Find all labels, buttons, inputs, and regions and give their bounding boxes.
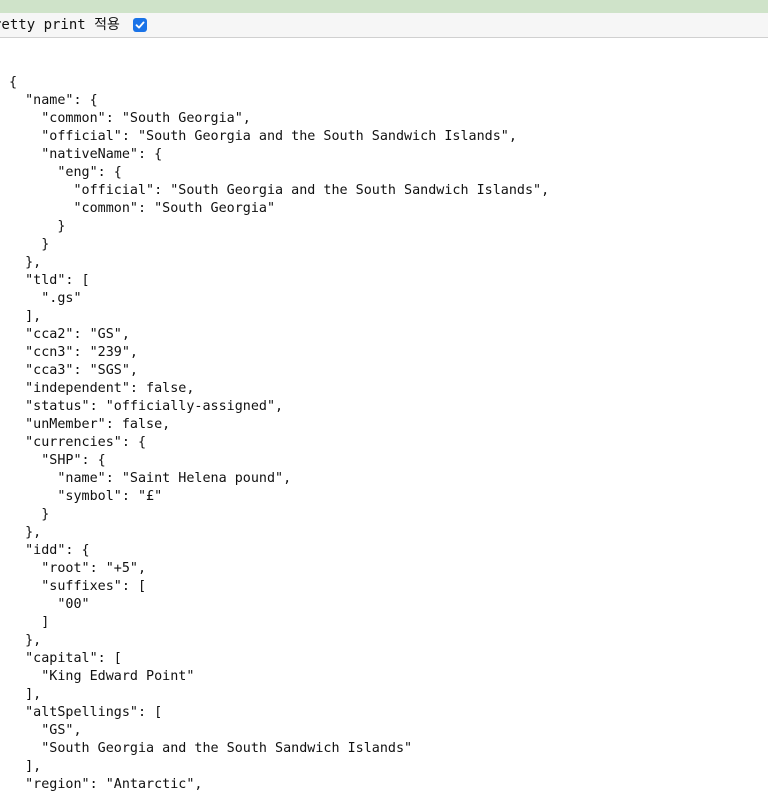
top-bar bbox=[0, 0, 768, 13]
pretty-print-label: retty print 적용 bbox=[0, 17, 120, 33]
pretty-print-checkbox[interactable] bbox=[133, 18, 147, 32]
checkmark-icon bbox=[135, 21, 145, 29]
toolbar: retty print 적용 bbox=[0, 13, 768, 38]
json-output: { "name": { "common": "South Georgia", "… bbox=[9, 75, 550, 792]
